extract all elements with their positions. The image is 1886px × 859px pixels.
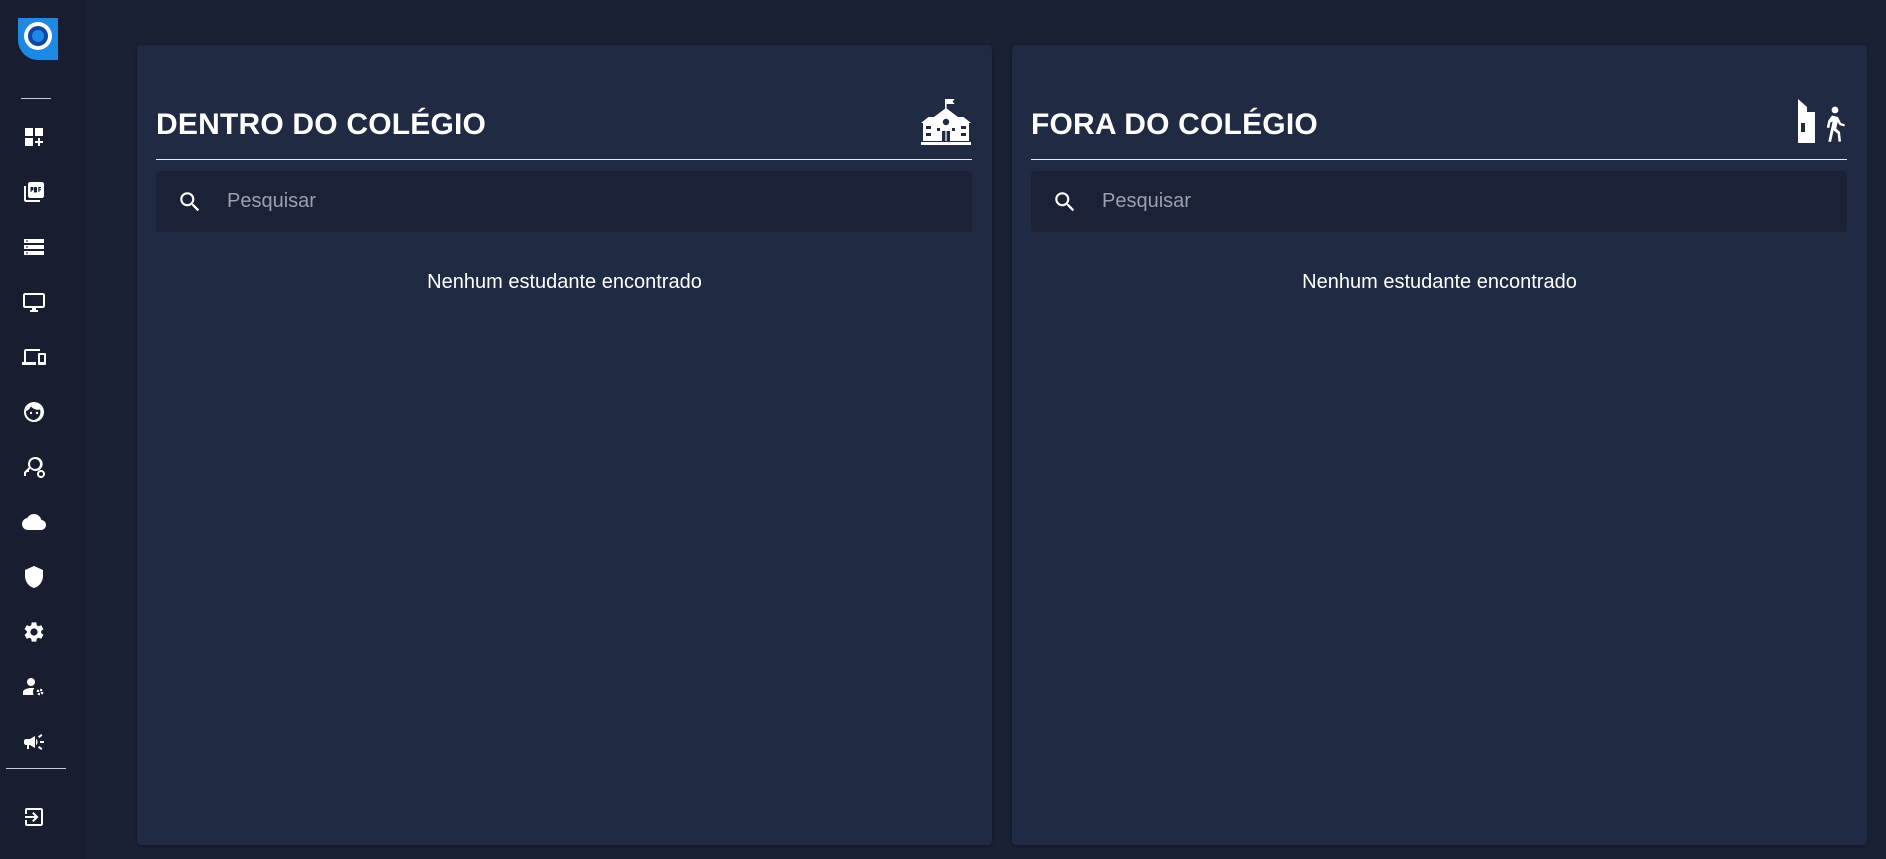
monitor-icon [23,293,45,312]
user-settings-icon [23,678,44,696]
shield-icon [25,566,43,588]
sidebar-item-list[interactable] [19,232,49,262]
sidebar-item-monitor[interactable] [19,287,49,317]
search-input[interactable] [1102,171,1847,232]
app-logo-icon[interactable] [16,18,58,60]
panel-divider [156,159,972,160]
cloud-icon [22,514,46,530]
sidebar-item-key-search[interactable] [19,452,49,482]
panel-inside-school: DENTRO DO COLÉGIO Pesquisar Nenhum estud… [137,45,992,845]
sidebar-item-cloud[interactable] [19,507,49,537]
search-icon[interactable] [177,189,203,215]
search-input[interactable] [227,171,972,232]
megaphone-icon [24,734,44,750]
child-face-icon [24,402,44,422]
empty-state-message: Nenhum estudante encontrado [1302,271,1577,293]
panel-title: DENTRO DO COLÉGIO [156,108,487,141]
panel-header: FORA DO COLÉGIO [1031,93,1847,157]
main-content: DENTRO DO COLÉGIO Pesquisar Nenhum estud… [86,0,1886,859]
sidebar-divider-bottom [6,768,66,769]
empty-state-message: Nenhum estudante encontrado [427,271,702,293]
search-bar [156,171,972,232]
dashboard-add-icon [25,128,43,146]
sidebar-item-child[interactable] [19,397,49,427]
leaving-building-icon [1795,97,1847,154]
sidebar-item-settings[interactable] [19,617,49,647]
sidebar-divider [21,98,51,99]
devices-icon [22,349,46,365]
list-storage-icon [24,239,44,255]
school-icon [920,97,972,154]
search-bar [1031,171,1847,232]
pdf-icon [24,182,44,202]
logout-button[interactable] [19,802,49,832]
sidebar-item-dashboard[interactable] [19,122,49,152]
panel-header: DENTRO DO COLÉGIO [156,93,972,157]
key-search-icon [24,456,45,478]
sidebar-item-user-settings[interactable] [19,672,49,702]
sidebar-item-announcements[interactable] [19,727,49,757]
panel-divider [1031,159,1847,160]
sidebar-item-devices[interactable] [19,342,49,372]
gear-icon [24,622,44,642]
search-icon[interactable] [1052,189,1078,215]
sidebar [0,0,86,859]
sidebar-item-pdf[interactable] [19,177,49,207]
sidebar-item-security[interactable] [19,562,49,592]
panel-outside-school: FORA DO COLÉGIO Nenhum estudante encontr… [1012,45,1867,845]
logout-icon [25,808,43,826]
panel-title: FORA DO COLÉGIO [1031,108,1318,141]
